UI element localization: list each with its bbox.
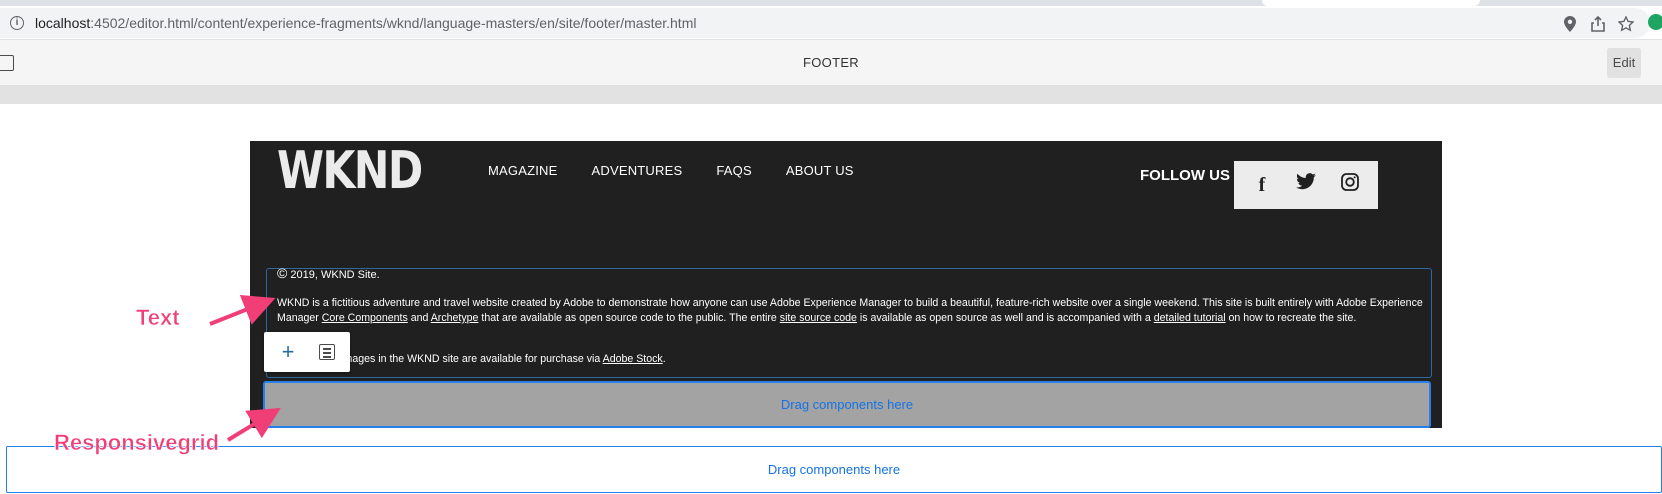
inner-drop-zone[interactable]: Drag components here [263,381,1431,428]
wknd-logo: WKND [277,141,423,201]
nav-item-magazine[interactable]: MAGAZINE [488,163,558,178]
follow-us-label: FOLLOW US [1140,167,1230,184]
editor-toolbar: FOOTER Edit [0,40,1662,86]
insert-component-icon[interactable]: + [278,338,298,366]
location-icon[interactable] [1562,16,1578,32]
twitter-icon[interactable] [1294,173,1318,197]
instagram-icon[interactable] [1338,173,1362,197]
copyright-text: 2019, WKND Site. [290,269,380,281]
footer-fragment[interactable]: WKND MAGAZINE ADVENTURES FAQS ABOUT US F… [250,141,1442,428]
copyright: © 2019, WKND Site. [277,265,380,281]
social-links: f [1234,161,1378,209]
extension-icon[interactable] [1648,14,1662,30]
nav-item-faqs[interactable]: FAQS [716,163,751,178]
url-host: localhost [35,15,91,31]
footer-description: WKND is a fictitious adventure and trave… [277,296,1427,326]
archetype-link[interactable]: Archetype [431,312,479,324]
url-path: :4502/editor.html/content/experience-fra… [90,15,697,31]
annotation-responsivegrid-label: Responsivegrid [54,430,220,456]
page-title: FOOTER [803,55,859,70]
url-field[interactable]: i localhost:4502/editor.html/content/exp… [0,8,1650,38]
share-icon[interactable] [1590,15,1606,32]
copyright-symbol: © [277,265,288,281]
address-bar: i localhost:4502/editor.html/content/exp… [0,6,1662,40]
description-text: is available as open source as well and … [856,312,1154,324]
detailed-tutorial-link[interactable]: detailed tutorial [1154,312,1226,324]
nav-item-adventures[interactable]: ADVENTURES [592,163,683,178]
footer-images-note: The beautiful images in the WKND site ar… [277,352,1427,367]
bookmark-star-icon[interactable] [1617,15,1635,32]
description-text: on how to recreate the site. [1225,312,1357,324]
site-source-code-link[interactable]: site source code [780,312,857,324]
component-list-icon[interactable] [319,344,335,360]
description-text: that are available as open source code t… [478,312,780,324]
core-components-link[interactable]: Core Components [322,312,408,324]
adobe-stock-link[interactable]: Adobe Stock [603,353,663,365]
outer-drop-zone[interactable]: Drag components here [6,446,1662,493]
footer-nav: MAGAZINE ADVENTURES FAQS ABOUT US [488,163,854,178]
info-icon[interactable]: i [10,16,24,30]
editor-divider [0,86,1662,104]
drop-zone-label: Drag components here [767,462,901,477]
component-edit-toolbar: + [264,332,350,372]
facebook-icon[interactable]: f [1250,174,1274,197]
nav-item-about-us[interactable]: ABOUT US [786,163,854,178]
description-text: and [407,312,431,324]
images-note-text: . [662,353,666,365]
drop-zone-label: Drag components here [780,397,914,412]
url-text[interactable]: localhost:4502/editor.html/content/exper… [35,15,696,31]
annotation-text-label: Text [136,305,180,331]
edit-mode-button[interactable]: Edit [1607,48,1641,78]
